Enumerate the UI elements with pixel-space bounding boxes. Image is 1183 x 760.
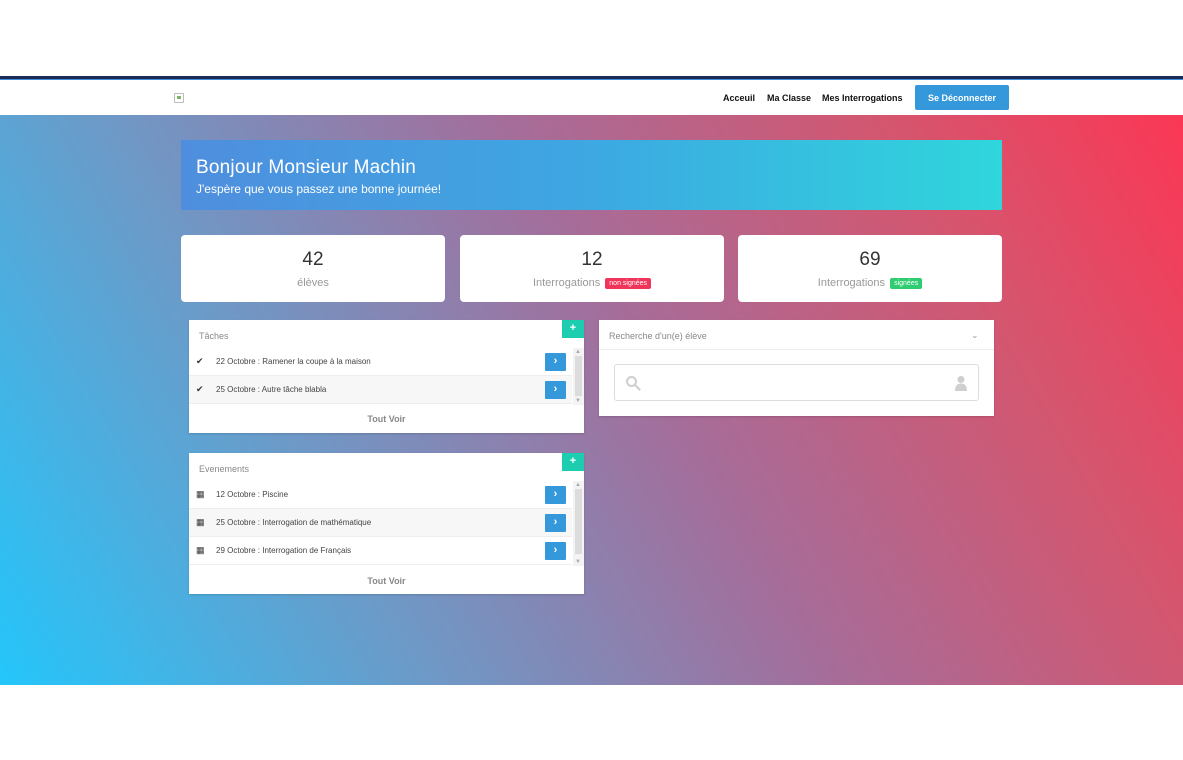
student-search-input[interactable]: [649, 373, 944, 393]
task-text: 25 Octobre : Autre tâche blabla: [216, 385, 327, 394]
open-task-button[interactable]: ›: [545, 381, 566, 399]
event-text: 29 Octobre : Interrogation de Français: [216, 546, 352, 555]
scroll-up-icon[interactable]: ▲: [575, 482, 581, 488]
scroll-down-icon[interactable]: ▼: [575, 559, 581, 565]
check-icon: ✔: [196, 384, 204, 394]
task-text: 22 Octobre : Ramener la coupe à la maiso…: [216, 357, 371, 366]
open-event-button[interactable]: ›: [545, 514, 566, 532]
logout-button[interactable]: Se Déconnecter: [915, 85, 1009, 110]
events-list: ▦ 12 Octobre : Piscine › ▦ 25 Octobre : …: [189, 481, 572, 565]
search-title: Recherche d'un(e) élève: [609, 331, 707, 341]
open-task-button[interactable]: ›: [545, 353, 566, 371]
list-item: ▦ 25 Octobre : Interrogation de mathémat…: [189, 509, 572, 537]
stat-card-students: 42 élèves: [181, 235, 445, 302]
check-icon: ✔: [196, 356, 204, 366]
stat-label: Interrogations signées: [738, 277, 1002, 289]
list-item: ✔ 25 Octobre : Autre tâche blabla ›: [189, 376, 572, 404]
open-event-button[interactable]: ›: [545, 542, 566, 560]
tasks-scrollbar[interactable]: ▲ ▼: [573, 348, 584, 405]
stat-label-text: élèves: [297, 277, 329, 289]
tasks-see-all-link[interactable]: Tout Voir: [189, 414, 584, 424]
calendar-icon: ▦: [196, 545, 205, 555]
scroll-up-icon[interactable]: ▲: [575, 349, 581, 355]
navbar: Acceuil Ma Classe Mes Interrogations Se …: [0, 80, 1183, 115]
tasks-list: ✔ 22 Octobre : Ramener la coupe à la mai…: [189, 348, 572, 404]
status-badge-signed: signées: [890, 277, 923, 289]
tasks-panel: Tâches + ✔ 22 Octobre : Ramener la coupe…: [189, 320, 584, 433]
stat-value: 69: [859, 249, 881, 270]
nav-link-ma-classe[interactable]: Ma Classe: [767, 93, 811, 103]
search-panel-header[interactable]: Recherche d'un(e) élève ⌄: [599, 320, 994, 350]
stat-card-unsigned-tests: 12 Interrogations non signées: [460, 235, 724, 302]
stat-label: élèves: [181, 277, 445, 289]
chevron-down-icon[interactable]: ⌄: [971, 330, 979, 341]
status-badge-unsigned: non signées: [605, 277, 652, 289]
user-icon: [955, 376, 967, 391]
search-box[interactable]: [614, 364, 979, 401]
logo-image[interactable]: [174, 93, 184, 103]
calendar-icon: ▦: [196, 489, 205, 499]
events-scrollbar[interactable]: ▲ ▼: [573, 481, 584, 566]
calendar-icon: ▦: [196, 517, 205, 527]
nav-link-mes-interrogations[interactable]: Mes Interrogations: [822, 93, 903, 103]
event-text: 25 Octobre : Interrogation de mathématiq…: [216, 518, 372, 527]
dashboard-background: Bonjour Monsieur Machin J'espère que vou…: [0, 115, 1183, 685]
stat-label-text: Interrogations: [817, 277, 886, 289]
welcome-subtitle: J'espère que vous passez une bonne journ…: [196, 182, 442, 196]
add-task-button[interactable]: +: [562, 320, 584, 338]
list-item: ✔ 22 Octobre : Ramener la coupe à la mai…: [189, 348, 572, 376]
tasks-title: Tâches: [199, 331, 229, 341]
stat-label: Interrogations non signées: [460, 277, 724, 289]
events-see-all-link[interactable]: Tout Voir: [189, 576, 584, 586]
list-item: ▦ 29 Octobre : Interrogation de Français…: [189, 537, 572, 565]
scroll-thumb[interactable]: [575, 489, 582, 554]
nav-link-acceuil[interactable]: Acceuil: [723, 93, 755, 103]
list-item: ▦ 12 Octobre : Piscine ›: [189, 481, 572, 509]
scroll-down-icon[interactable]: ▼: [575, 398, 581, 404]
stat-label-text: Interrogations: [532, 277, 601, 289]
stat-value: 42: [302, 249, 324, 270]
student-search-panel: Recherche d'un(e) élève ⌄: [599, 320, 994, 416]
scroll-thumb[interactable]: [575, 356, 582, 396]
stat-value: 12: [581, 249, 603, 270]
add-event-button[interactable]: +: [562, 453, 584, 471]
events-title: Evenements: [199, 464, 250, 474]
event-text: 12 Octobre : Piscine: [216, 490, 289, 499]
stat-card-signed-tests: 69 Interrogations signées: [738, 235, 1002, 302]
events-panel: Evenements + ▦ 12 Octobre : Piscine › ▦ …: [189, 453, 584, 594]
welcome-banner: Bonjour Monsieur Machin J'espère que vou…: [181, 140, 1002, 210]
welcome-title: Bonjour Monsieur Machin: [196, 157, 417, 178]
search-icon: [626, 376, 641, 391]
open-event-button[interactable]: ›: [545, 486, 566, 504]
